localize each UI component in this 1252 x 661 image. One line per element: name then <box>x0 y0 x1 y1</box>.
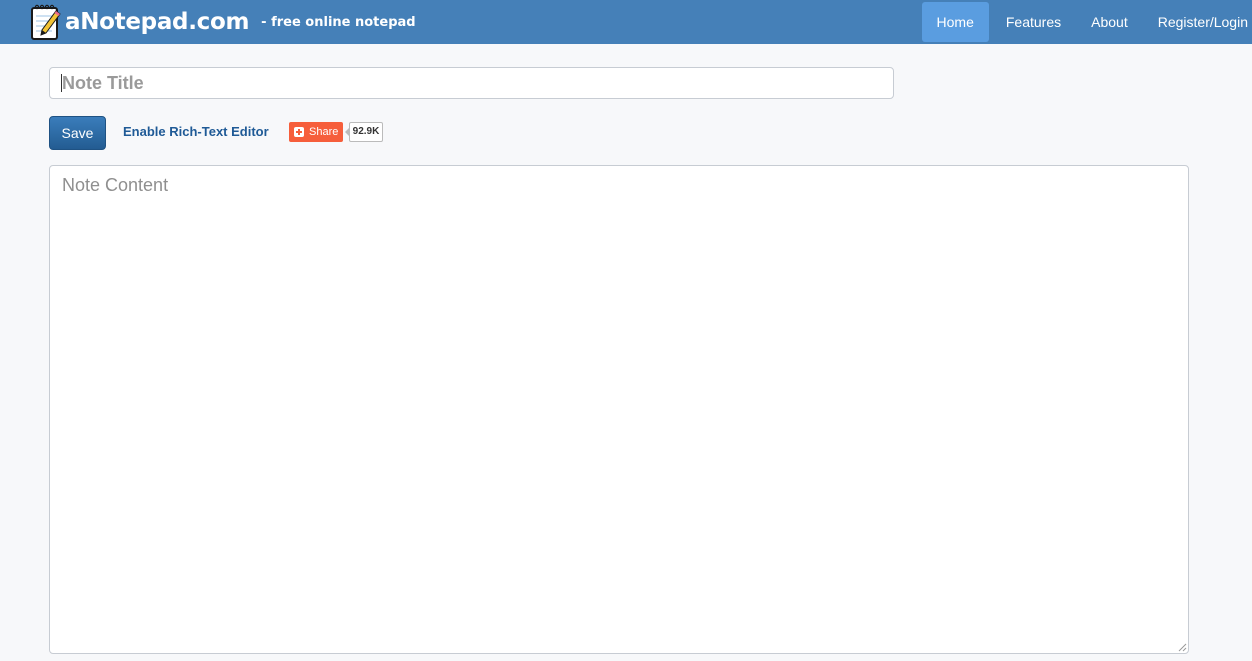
nav-home[interactable]: Home <box>921 2 989 42</box>
text-caret <box>61 74 62 92</box>
brand-name: aNotepad.com <box>65 9 250 35</box>
note-title-input[interactable] <box>49 67 894 99</box>
plus-icon <box>294 127 304 137</box>
enable-rich-text-link[interactable]: Enable Rich-Text Editor <box>123 124 269 140</box>
top-navbar: aNotepad.com - free online notepad Home … <box>0 0 1252 44</box>
brand-logo-link[interactable]: aNotepad.com - free online notepad <box>30 2 416 42</box>
share-count-badge: 92.9K <box>345 122 383 142</box>
save-button[interactable]: Save <box>49 116 106 150</box>
note-content-textarea[interactable] <box>49 165 1189 654</box>
nav-register-login[interactable]: Register/Login <box>1143 2 1252 42</box>
resize-grip-icon[interactable] <box>1178 643 1187 652</box>
nav-features[interactable]: Features <box>991 2 1076 42</box>
brand-tagline: - free online notepad <box>261 15 416 30</box>
notepad-pencil-icon <box>31 4 61 40</box>
share-label: Share <box>309 126 339 138</box>
nav-about[interactable]: About <box>1076 2 1143 42</box>
share-button[interactable]: Share <box>289 122 343 142</box>
main-nav: Home Features About Register/Login <box>921 0 1252 44</box>
